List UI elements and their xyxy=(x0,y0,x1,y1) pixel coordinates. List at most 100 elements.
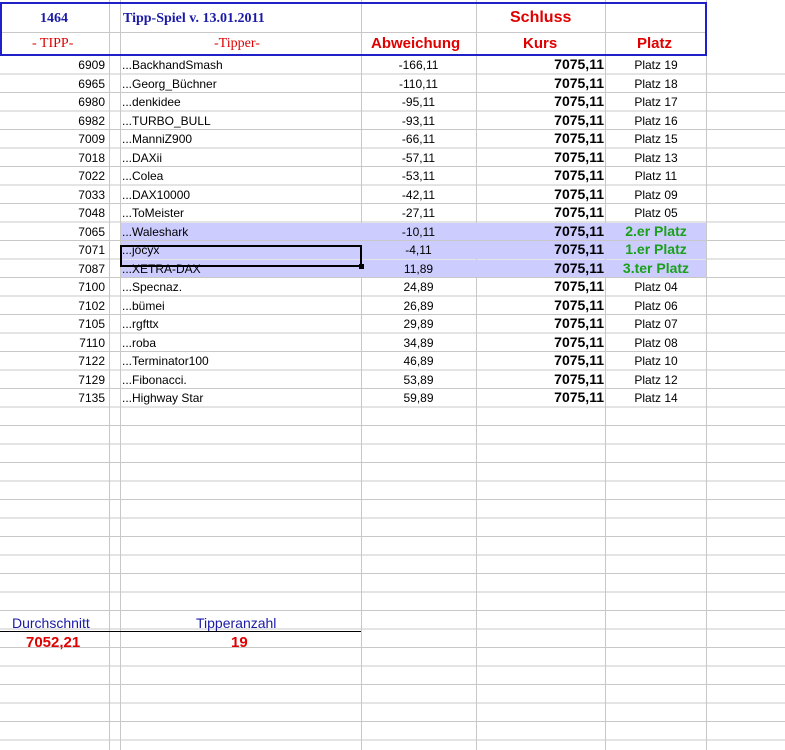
cell-kurs[interactable]: 7075,11 xyxy=(554,334,604,350)
cell-platz[interactable]: 2.er Platz xyxy=(606,223,706,239)
cell-platz[interactable]: 3.ter Platz xyxy=(606,260,706,276)
cell-abweichung[interactable]: 26,89 xyxy=(361,299,476,313)
cell-abweichung[interactable]: 29,89 xyxy=(361,317,476,331)
cell-abweichung[interactable]: -95,11 xyxy=(361,95,476,109)
cell-tipper[interactable]: ...Fibonacci. xyxy=(122,373,187,387)
active-cell-selection[interactable] xyxy=(120,245,362,267)
cell-platz[interactable]: Platz 14 xyxy=(606,391,706,405)
cell-abweichung[interactable]: -27,11 xyxy=(361,206,476,220)
cell-abweichung[interactable]: -4,11 xyxy=(361,243,476,257)
cell-kurs[interactable]: 7075,11 xyxy=(554,260,604,276)
cell-platz[interactable]: Platz 06 xyxy=(606,299,706,313)
cell-kurs[interactable]: 7075,11 xyxy=(554,241,604,257)
cell-kurs[interactable]: 7075,11 xyxy=(554,204,604,220)
cell-abweichung[interactable]: -10,11 xyxy=(361,225,476,239)
column-header-platz[interactable]: Platz xyxy=(637,35,672,52)
cell-platz[interactable]: Platz 05 xyxy=(606,206,706,220)
cell-kurs[interactable]: 7075,11 xyxy=(554,93,604,109)
cell-abweichung[interactable]: 46,89 xyxy=(361,354,476,368)
cell-tipper[interactable]: ...bümei xyxy=(122,299,165,313)
cell-tipper[interactable]: ...Terminator100 xyxy=(122,354,209,368)
cell-kurs[interactable]: 7075,11 xyxy=(554,75,604,91)
column-header-abweichung[interactable]: Abweichung xyxy=(371,35,460,52)
tipper-count-value[interactable]: 19 xyxy=(231,634,248,651)
cell-kurs[interactable]: 7075,11 xyxy=(554,223,604,239)
column-header-tipper[interactable]: -Tipper- xyxy=(214,36,260,52)
cell-kurs[interactable]: 7075,11 xyxy=(554,130,604,146)
cell-platz[interactable]: Platz 08 xyxy=(606,336,706,350)
cell-abweichung[interactable]: 11,89 xyxy=(361,262,476,276)
cell-platz[interactable]: Platz 04 xyxy=(606,280,706,294)
cell-abweichung[interactable]: -53,11 xyxy=(361,169,476,183)
column-header-kurs[interactable]: Kurs xyxy=(523,35,557,52)
cell-tipp[interactable]: 7018 xyxy=(78,151,105,165)
cell-kurs[interactable]: 7075,11 xyxy=(554,315,604,331)
cell-platz[interactable]: Platz 12 xyxy=(606,373,706,387)
cell-platz[interactable]: 1.er Platz xyxy=(606,241,706,257)
cell-tipp[interactable]: 7009 xyxy=(78,132,105,146)
cell-tipp[interactable]: 6982 xyxy=(78,114,105,128)
cell-kurs[interactable]: 7075,11 xyxy=(554,186,604,202)
cell-abweichung[interactable]: -166,11 xyxy=(361,58,476,72)
cell-platz[interactable]: Platz 07 xyxy=(606,317,706,331)
cell-tipp[interactable]: 7022 xyxy=(78,169,105,183)
cell-kurs[interactable]: 7075,11 xyxy=(554,149,604,165)
cell-abweichung[interactable]: 34,89 xyxy=(361,336,476,350)
cell-tipp[interactable]: 7110 xyxy=(79,336,105,350)
cell-kurs[interactable]: 7075,11 xyxy=(554,371,604,387)
cell-tipper[interactable]: ...Colea xyxy=(122,169,163,183)
cell-tipper[interactable]: ...ManniZ900 xyxy=(122,132,192,146)
cell-tipp[interactable]: 6909 xyxy=(78,58,105,72)
cell-tipper[interactable]: ...Highway Star xyxy=(122,391,203,405)
cell-abweichung[interactable]: -42,11 xyxy=(361,188,476,202)
cell-platz[interactable]: Platz 11 xyxy=(606,169,706,183)
cell-abweichung[interactable]: -93,11 xyxy=(361,114,476,128)
cell-abweichung[interactable]: -66,11 xyxy=(361,132,476,146)
cell-tipp[interactable]: 7129 xyxy=(78,373,105,387)
cell-platz[interactable]: Platz 13 xyxy=(606,151,706,165)
cell-tipp[interactable]: 7087 xyxy=(78,262,105,276)
average-value[interactable]: 7052,21 xyxy=(26,634,80,651)
cell-kurs[interactable]: 7075,11 xyxy=(554,56,604,72)
cell-abweichung[interactable]: 24,89 xyxy=(361,280,476,294)
cell-kurs[interactable]: 7075,11 xyxy=(554,389,604,405)
cell-tipp[interactable]: 6965 xyxy=(78,77,105,91)
cell-kurs[interactable]: 7075,11 xyxy=(554,112,604,128)
cell-platz[interactable]: Platz 18 xyxy=(606,77,706,91)
cell-tipp[interactable]: 7033 xyxy=(78,188,105,202)
cell-tipp[interactable]: 7105 xyxy=(78,317,105,331)
cell-tipp[interactable]: 6980 xyxy=(78,95,105,109)
cell-platz[interactable]: Platz 10 xyxy=(606,354,706,368)
cell-tipper[interactable]: ...Specnaz. xyxy=(122,280,182,294)
cell-platz[interactable]: Platz 17 xyxy=(606,95,706,109)
cell-kurs[interactable]: 7075,11 xyxy=(554,278,604,294)
cell-abweichung[interactable]: 59,89 xyxy=(361,391,476,405)
cell-abweichung[interactable]: -110,11 xyxy=(361,77,476,91)
cell-tipper[interactable]: ...TURBO_BULL xyxy=(122,114,211,128)
cell-tipp[interactable]: 7102 xyxy=(78,299,105,313)
cell-platz[interactable]: Platz 15 xyxy=(606,132,706,146)
cell-tipper[interactable]: ...denkidee xyxy=(122,95,181,109)
cell-platz[interactable]: Platz 09 xyxy=(606,188,706,202)
cell-kurs[interactable]: 7075,11 xyxy=(554,167,604,183)
cell-platz[interactable]: Platz 16 xyxy=(606,114,706,128)
cell-tipper[interactable]: ...Waleshark xyxy=(122,225,188,239)
cell-abweichung[interactable]: -57,11 xyxy=(361,151,476,165)
cell-abweichung[interactable]: 53,89 xyxy=(361,373,476,387)
cell-tipper[interactable]: ...Georg_Büchner xyxy=(122,77,217,91)
cell-tipp[interactable]: 7048 xyxy=(78,206,105,220)
cell-tipper[interactable]: ...roba xyxy=(122,336,156,350)
cell-tipp[interactable]: 7065 xyxy=(78,225,105,239)
column-header-tipp[interactable]: - TIPP- xyxy=(32,36,73,52)
cell-kurs[interactable]: 7075,11 xyxy=(554,297,604,313)
cell-tipp[interactable]: 7071 xyxy=(78,243,105,257)
cell-tipper[interactable]: ...rgfttx xyxy=(122,317,159,331)
cell-tipper[interactable]: ...ToMeister xyxy=(122,206,184,220)
cell-tipper[interactable]: ...DAXii xyxy=(122,151,162,165)
cell-tipper[interactable]: ...DAX10000 xyxy=(122,188,190,202)
cell-platz[interactable]: Platz 19 xyxy=(606,58,706,72)
cell-kurs[interactable]: 7075,11 xyxy=(554,352,604,368)
cell-tipper[interactable]: ...BackhandSmash xyxy=(122,58,223,72)
cell-tipp[interactable]: 7122 xyxy=(78,354,105,368)
cell-tipp[interactable]: 7135 xyxy=(78,391,105,405)
